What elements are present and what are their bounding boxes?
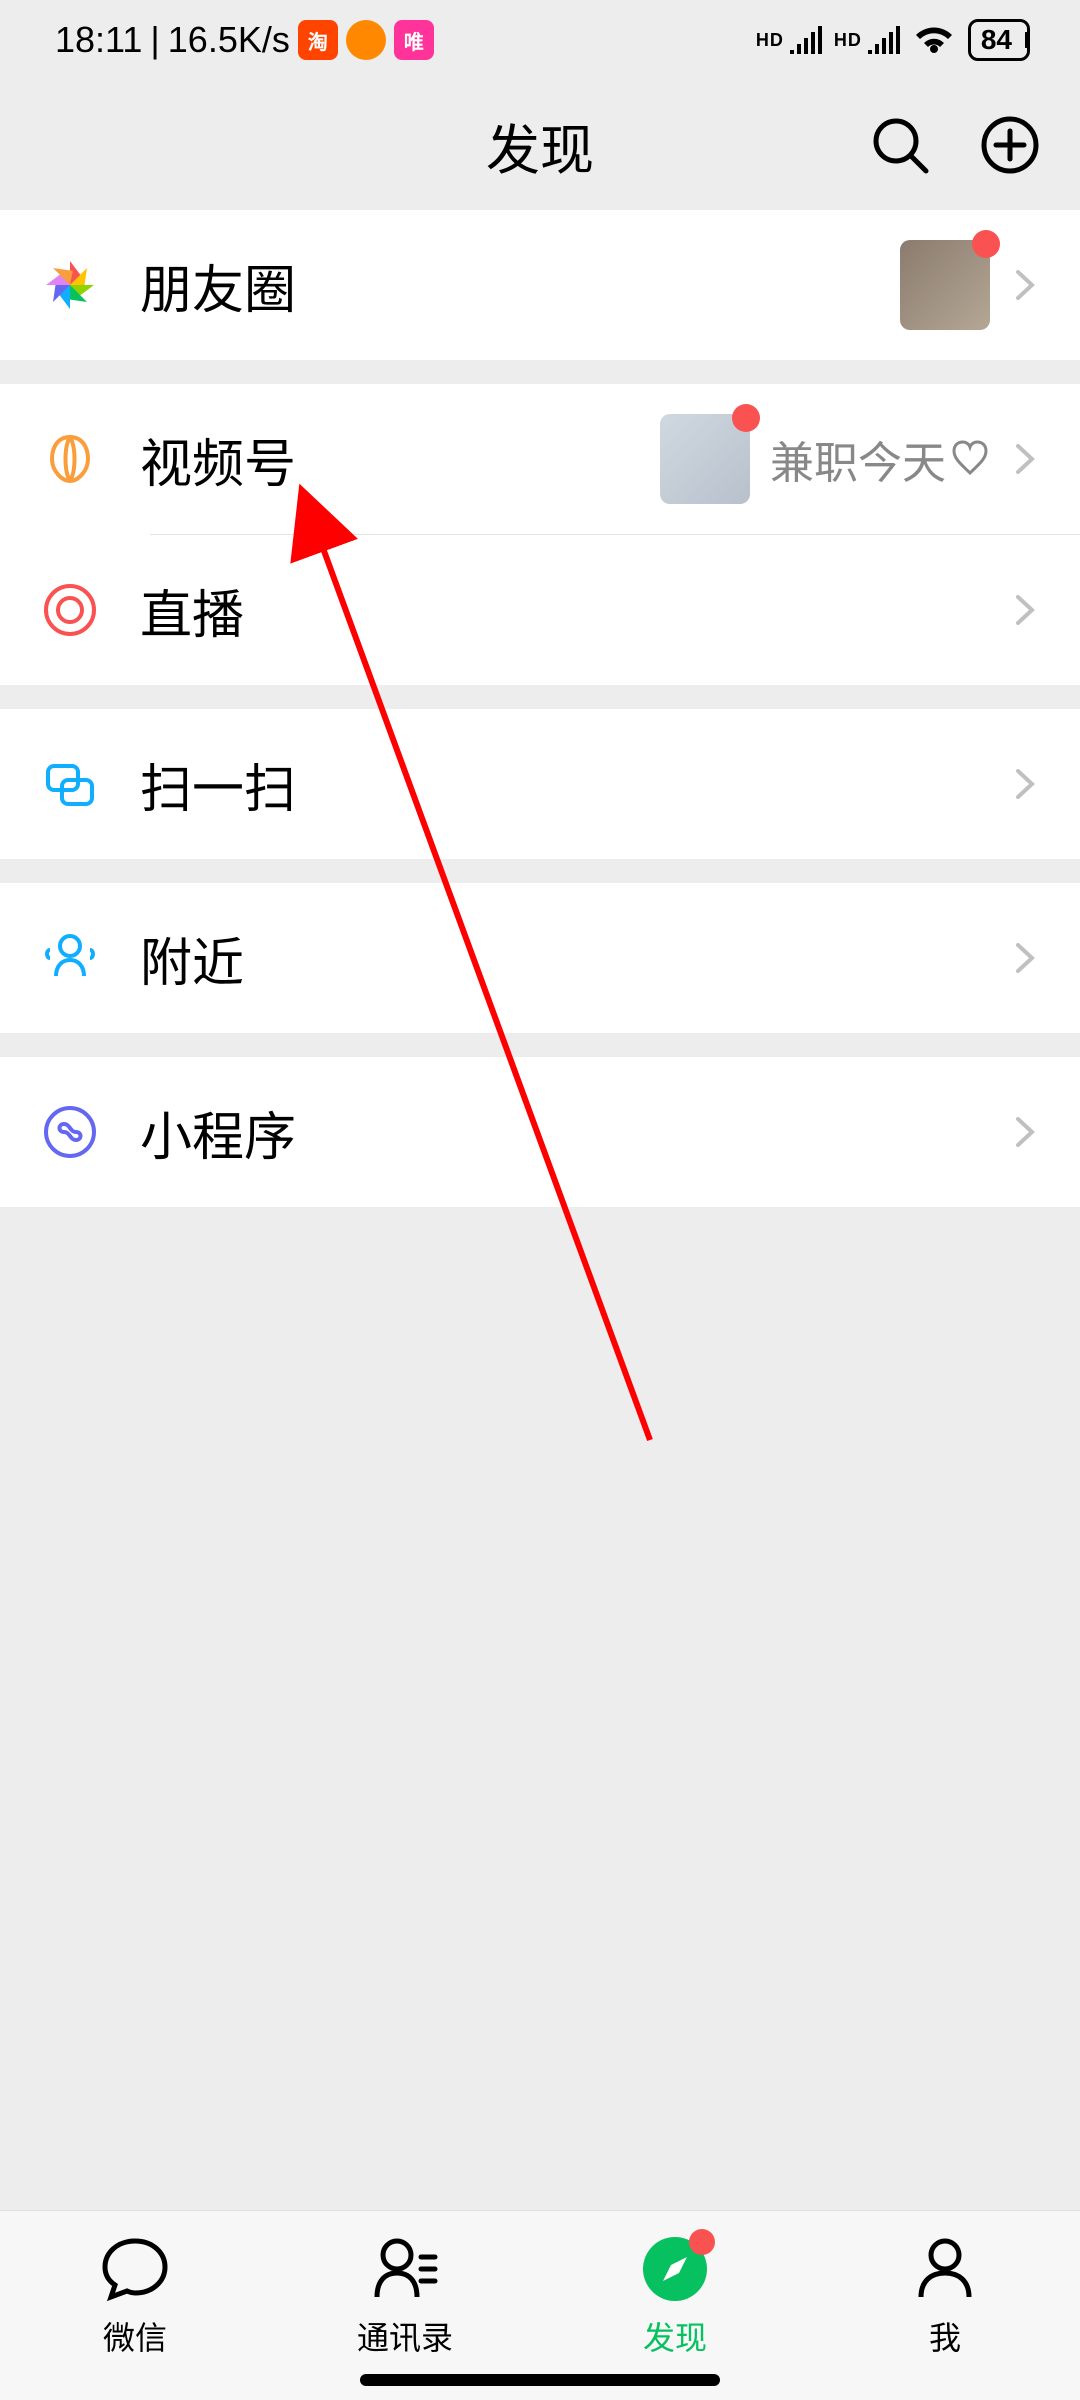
- miniprogram-label: 小程序: [140, 1095, 1010, 1170]
- scan-label: 扫一扫: [140, 747, 1010, 822]
- moments-thumbnail: [900, 240, 990, 330]
- section-nearby: 附近: [0, 883, 1080, 1033]
- app-icon-pink: 唯: [394, 20, 434, 60]
- moments-label: 朋友圈: [140, 248, 900, 323]
- miniprogram-icon: [40, 1102, 100, 1162]
- chevron-icon: [1010, 595, 1040, 625]
- scan-icon: [40, 754, 100, 814]
- tab-contacts[interactable]: 通讯录: [315, 2233, 495, 2359]
- status-bar: 18:11 | 16.5K/s 淘 唯 HD HD 84: [0, 0, 1080, 80]
- page-title: 发现: [486, 106, 594, 185]
- status-divider: |: [150, 19, 159, 61]
- tab-chats-label: 微信: [103, 2313, 167, 2359]
- item-live[interactable]: 直播: [0, 535, 1080, 685]
- status-left: 18:11 | 16.5K/s 淘 唯: [55, 19, 434, 61]
- header: 发现: [0, 80, 1080, 210]
- tab-discover-label: 发现: [643, 2313, 707, 2359]
- chevron-icon: [1010, 270, 1040, 300]
- section-moments: 朋友圈: [0, 210, 1080, 360]
- tab-bar: 微信 通讯录 发现: [0, 2210, 1080, 2400]
- channels-badge: [732, 404, 760, 432]
- app-icon-orange: [346, 20, 386, 60]
- search-icon[interactable]: [870, 115, 930, 175]
- channels-icon: [40, 429, 100, 489]
- heart-icon: [950, 439, 990, 479]
- chevron-icon: [1010, 943, 1040, 973]
- moments-badge: [972, 230, 1000, 258]
- chevron-icon: [1010, 444, 1040, 474]
- nearby-icon: [40, 928, 100, 988]
- discover-badge: [689, 2229, 715, 2255]
- contacts-icon: [369, 2233, 441, 2305]
- signal-1: HD: [756, 26, 822, 54]
- section-channels: 视频号 兼职今天 直播: [0, 384, 1080, 685]
- tab-chats[interactable]: 微信: [45, 2233, 225, 2359]
- app-icon-taobao: 淘: [298, 20, 338, 60]
- live-label: 直播: [140, 573, 1010, 648]
- chevron-icon: [1010, 1117, 1040, 1147]
- home-indicator[interactable]: [360, 2374, 720, 2386]
- chevron-icon: [1010, 769, 1040, 799]
- channels-extra-text: 兼职今天: [770, 427, 990, 491]
- status-speed: 16.5K/s: [168, 19, 290, 61]
- chat-icon: [99, 2233, 171, 2305]
- section-scan: 扫一扫: [0, 709, 1080, 859]
- tab-me[interactable]: 我: [855, 2233, 1035, 2359]
- me-icon: [909, 2233, 981, 2305]
- wifi-icon: [912, 23, 956, 57]
- channels-label: 视频号: [140, 422, 660, 497]
- live-icon: [40, 580, 100, 640]
- status-right: HD HD 84: [756, 19, 1030, 61]
- item-miniprogram[interactable]: 小程序: [0, 1057, 1080, 1207]
- tab-discover[interactable]: 发现: [585, 2233, 765, 2359]
- nearby-label: 附近: [140, 921, 1010, 996]
- item-nearby[interactable]: 附近: [0, 883, 1080, 1033]
- channels-thumbnail: [660, 414, 750, 504]
- status-time: 18:11: [55, 19, 142, 61]
- signal-2: HD: [834, 26, 900, 54]
- tab-me-label: 我: [929, 2313, 961, 2359]
- battery-indicator: 84: [968, 19, 1030, 61]
- section-miniprogram: 小程序: [0, 1057, 1080, 1207]
- item-channels[interactable]: 视频号 兼职今天: [0, 384, 1080, 534]
- tab-contacts-label: 通讯录: [357, 2313, 453, 2359]
- item-moments[interactable]: 朋友圈: [0, 210, 1080, 360]
- add-icon[interactable]: [980, 115, 1040, 175]
- item-scan[interactable]: 扫一扫: [0, 709, 1080, 859]
- moments-icon: [40, 255, 100, 315]
